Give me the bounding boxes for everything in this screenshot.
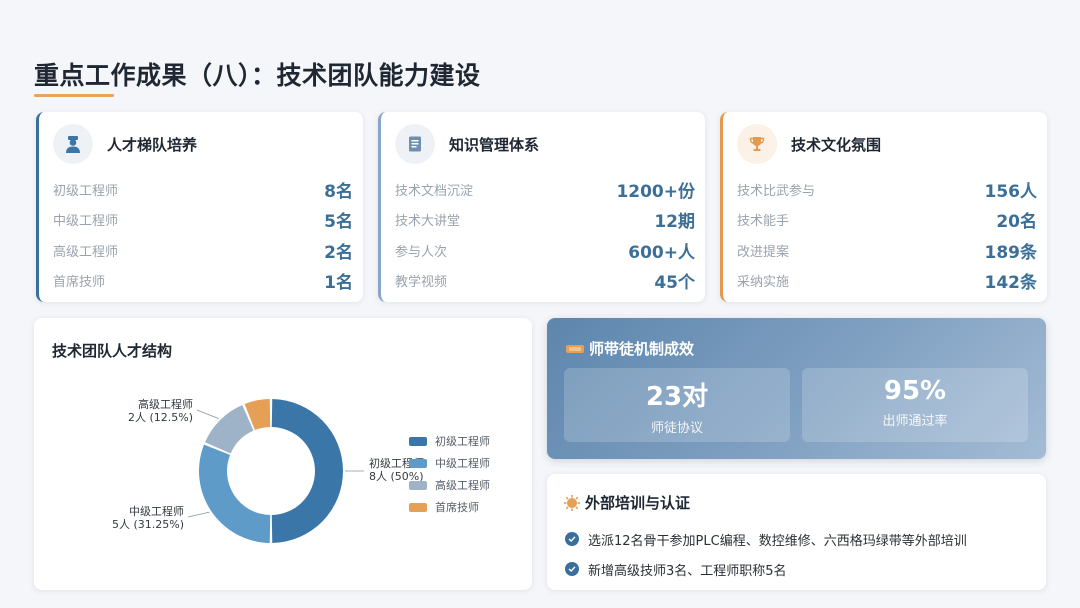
row-label: 改进提案 [737,244,790,260]
legend-item: 中级工程师 [409,452,490,474]
list-item: 参与人次 600+人 [395,235,695,266]
row-value: 12期 [654,212,695,233]
row-label: 高级工程师 [53,244,119,260]
list-item: 首席技师 1名 [53,266,353,297]
row-label: 参与人次 [395,244,448,260]
donut-slice-1 [271,399,343,543]
row-label: 技术能手 [737,214,790,230]
row-value: 2名 [324,242,353,263]
row-value: 156人 [984,181,1038,202]
data-label-value: 5人 (31.25%) [112,518,184,531]
row-value: 1名 [324,273,353,294]
legend-label: 中级工程师 [435,457,490,470]
chart-legend: 初级工程师 中级工程师 高级工程师 首席技师 [409,430,490,518]
legend-label: 高级工程师 [435,479,490,492]
talent-ladder-card: 人才梯队培养 初级工程师 8名 中级工程师 5名 高级工程师 2名 首席技师 1名 [36,112,363,302]
list-item: 技术文档沉淀 1200+份 [395,174,695,205]
card-title: 技术文化氛围 [791,135,882,154]
training-item-text: 选派12名骨干参加PLC编程、数控维修、六西格玛绿带等外部培训 [588,533,967,549]
stat-label: 出师通过率 [882,414,948,429]
list-item: 选派12名骨干参加PLC编程、数控维修、六西格玛绿带等外部培训 [565,524,967,554]
row-label: 采纳实施 [737,275,790,291]
row-value: 8名 [324,181,353,202]
legend-swatch [409,480,427,490]
row-value: 142条 [984,273,1038,294]
knowledge-management-card: 知识管理体系 技术文档沉淀 1200+份 技术大讲堂 12期 参与人次 600+人 教… [378,112,705,302]
title-underline [34,94,114,97]
check-icon [565,532,579,546]
data-label-name: 高级工程师 [138,397,193,411]
book-icon [395,124,435,164]
engineer-icon [53,124,93,164]
check-icon [565,562,579,576]
legend-swatch [409,502,427,512]
list-item: 技术大讲堂 12期 [395,205,695,236]
row-value: 189条 [984,242,1038,263]
list-item: 初级工程师 8名 [53,174,353,205]
mentorship-card: 师带徒机制成效 23对 师徒协议 95% 出师通过率 [547,318,1046,459]
row-value: 45个 [654,273,695,294]
donut-slice-2 [199,444,271,543]
data-label-value: 2人 (12.5%) [128,411,193,424]
list-item: 高级工程师 2名 [53,235,353,266]
row-label: 首席技师 [53,275,106,291]
handshake-icon [565,341,585,357]
list-item: 采纳实施 142条 [737,266,1037,297]
card-title: 人才梯队培养 [107,135,198,154]
row-label: 中级工程师 [53,214,119,230]
stat-value: 23对 [645,382,709,412]
badge-icon [563,494,581,512]
external-training-card: 外部培训与认证 选派12名骨干参加PLC编程、数控维修、六西格玛绿带等外部培训 … [547,474,1046,590]
card-title: 知识管理体系 [449,135,540,154]
row-value: 20名 [996,212,1037,233]
row-label: 技术大讲堂 [395,214,461,230]
trophy-icon [737,124,777,164]
row-value: 600+人 [628,242,695,263]
legend-item: 初级工程师 [409,430,490,452]
legend-item: 首席技师 [409,496,490,518]
list-item: 技术比武参与 156人 [737,174,1037,205]
talent-structure-chart-card: 技术团队人才结构 初级工程师 8人 (50%) 中级工程师 5人 (31.25%) 高级… [34,318,532,590]
legend-label: 首席技师 [435,501,479,514]
list-item: 中级工程师 5名 [53,205,353,236]
legend-label: 初级工程师 [435,435,490,448]
row-label: 教学视频 [395,275,448,291]
list-item: 改进提案 189条 [737,235,1037,266]
leader-line [196,409,219,420]
row-value: 1200+份 [616,181,695,202]
row-label: 技术文档沉淀 [395,183,474,199]
list-item: 技术能手 20名 [737,205,1037,236]
training-item-text: 新增高级技师3名、工程师职称5名 [588,563,787,579]
row-label: 技术比武参与 [737,183,816,199]
leader-line [187,511,210,518]
tech-culture-card: 技术文化氛围 技术比武参与 156人 技术能手 20名 改进提案 189条 采纳实施 1… [720,112,1047,302]
legend-swatch [409,458,427,468]
donut-slice-3 [204,404,254,454]
list-item: 新增高级技师3名、工程师职称5名 [565,554,967,584]
legend-item: 高级工程师 [409,474,490,496]
training-title: 外部培训与认证 [585,494,691,512]
page-title: 重点工作成果（八）：技术团队能力建设 [34,61,481,90]
list-item: 教学视频 45个 [395,266,695,297]
stat-value: 95% [883,376,947,406]
mentorship-title: 师带徒机制成效 [589,340,695,358]
row-value: 5名 [324,212,353,233]
row-label: 初级工程师 [53,183,119,199]
data-label-name: 中级工程师 [129,505,184,518]
pass-rate-stat: 95% 出师通过率 [802,368,1028,442]
legend-swatch [409,436,427,446]
stat-label: 师徒协议 [650,421,703,436]
mentor-pairs-stat: 23对 师徒协议 [564,368,790,442]
